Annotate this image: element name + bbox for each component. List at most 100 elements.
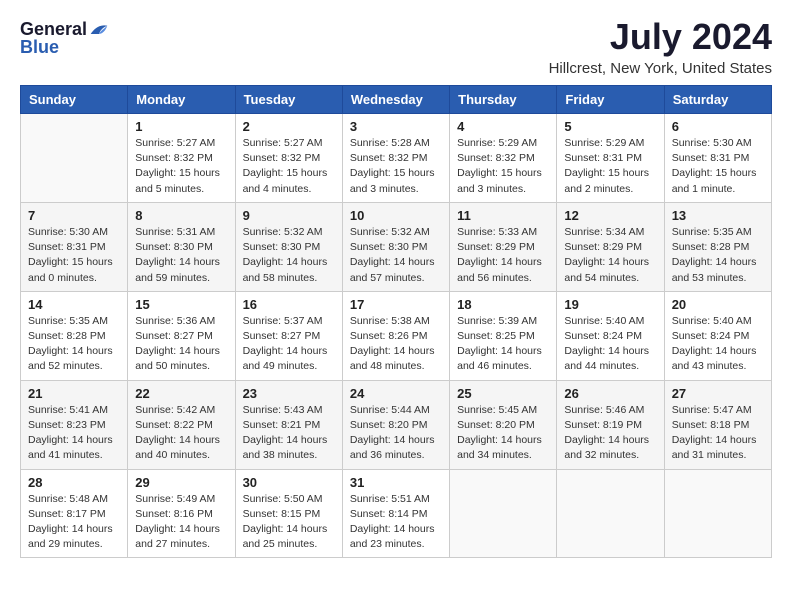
week-row-5: 28Sunrise: 5:48 AM Sunset: 8:17 PM Dayli… xyxy=(21,469,772,558)
calendar-cell: 1Sunrise: 5:27 AM Sunset: 8:32 PM Daylig… xyxy=(128,114,235,203)
day-info: Sunrise: 5:29 AM Sunset: 8:32 PM Dayligh… xyxy=(457,136,549,197)
calendar-cell: 10 Sunrise: 5:32 AM Sunset: 8:30 PM Dayli… xyxy=(342,202,449,291)
calendar-cell xyxy=(557,469,664,558)
day-number: 30 xyxy=(243,475,335,490)
day-info: Sunrise: 5:30 AM Sunset: 8:31 PM Dayligh… xyxy=(672,136,764,197)
day-info: Sunrise: 5:48 AM Sunset: 8:17 PM Dayligh… xyxy=(28,492,120,553)
day-number: 18 xyxy=(457,297,549,312)
calendar-cell: 30 Sunrise: 5:50 AM Sunset: 8:15 PM Dayli… xyxy=(235,469,342,558)
col-header-wednesday: Wednesday xyxy=(342,86,449,114)
day-number: 9 xyxy=(243,208,335,223)
day-info: Sunrise: 5:33 AM Sunset: 8:29 PM Dayligh… xyxy=(457,225,549,286)
title-block: July 2024 Hillcrest, New York, United St… xyxy=(549,16,772,77)
logo-bird-icon xyxy=(89,22,109,36)
day-info: Sunrise: 5:40 AM Sunset: 8:24 PM Dayligh… xyxy=(564,314,656,375)
day-info: Sunrise: 5:51 AM Sunset: 8:14 PM Dayligh… xyxy=(350,492,442,553)
calendar-table: SundayMondayTuesdayWednesdayThursdayFrid… xyxy=(20,85,772,558)
day-number: 7 xyxy=(28,208,120,223)
day-info: Sunrise: 5:28 AM Sunset: 8:32 PM Dayligh… xyxy=(350,136,442,197)
day-number: 2 xyxy=(243,119,335,134)
day-number: 15 xyxy=(135,297,227,312)
calendar-cell: 11 Sunrise: 5:33 AM Sunset: 8:29 PM Dayli… xyxy=(450,202,557,291)
calendar-cell: 15 Sunrise: 5:36 AM Sunset: 8:27 PM Dayli… xyxy=(128,291,235,380)
day-info: Sunrise: 5:45 AM Sunset: 8:20 PM Dayligh… xyxy=(457,403,549,464)
calendar-cell: 21 Sunrise: 5:41 AM Sunset: 8:23 PM Dayli… xyxy=(21,380,128,469)
day-number: 8 xyxy=(135,208,227,223)
calendar-cell: 17Sunrise: 5:38 AM Sunset: 8:26 PM Dayli… xyxy=(342,291,449,380)
day-info: Sunrise: 5:30 AM Sunset: 8:31 PM Dayligh… xyxy=(28,225,120,286)
calendar-cell xyxy=(21,114,128,203)
logo-general-text: General xyxy=(20,20,87,38)
calendar-cell: 7 Sunrise: 5:30 AM Sunset: 8:31 PM Daylig… xyxy=(21,202,128,291)
header: General Blue July 2024 Hillcrest, New Yo… xyxy=(20,16,772,77)
logo: General Blue xyxy=(20,20,109,56)
day-info: Sunrise: 5:49 AM Sunset: 8:16 PM Dayligh… xyxy=(135,492,227,553)
day-number: 19 xyxy=(564,297,656,312)
col-header-sunday: Sunday xyxy=(21,86,128,114)
day-info: Sunrise: 5:50 AM Sunset: 8:15 PM Dayligh… xyxy=(243,492,335,553)
day-info: Sunrise: 5:32 AM Sunset: 8:30 PM Dayligh… xyxy=(350,225,442,286)
day-info: Sunrise: 5:39 AM Sunset: 8:25 PM Dayligh… xyxy=(457,314,549,375)
day-info: Sunrise: 5:31 AM Sunset: 8:30 PM Dayligh… xyxy=(135,225,227,286)
calendar-cell: 13 Sunrise: 5:35 AM Sunset: 8:28 PM Dayli… xyxy=(664,202,771,291)
calendar-cell xyxy=(664,469,771,558)
day-number: 5 xyxy=(564,119,656,134)
week-row-4: 21 Sunrise: 5:41 AM Sunset: 8:23 PM Dayli… xyxy=(21,380,772,469)
day-info: Sunrise: 5:36 AM Sunset: 8:27 PM Dayligh… xyxy=(135,314,227,375)
calendar-cell: 18 Sunrise: 5:39 AM Sunset: 8:25 PM Dayli… xyxy=(450,291,557,380)
day-number: 20 xyxy=(672,297,764,312)
calendar-cell: 16Sunrise: 5:37 AM Sunset: 8:27 PM Dayli… xyxy=(235,291,342,380)
day-number: 31 xyxy=(350,475,442,490)
day-number: 21 xyxy=(28,386,120,401)
calendar-cell: 9 Sunrise: 5:32 AM Sunset: 8:30 PM Daylig… xyxy=(235,202,342,291)
calendar-cell: 22Sunrise: 5:42 AM Sunset: 8:22 PM Dayli… xyxy=(128,380,235,469)
calendar-cell: 24Sunrise: 5:44 AM Sunset: 8:20 PM Dayli… xyxy=(342,380,449,469)
day-info: Sunrise: 5:46 AM Sunset: 8:19 PM Dayligh… xyxy=(564,403,656,464)
week-row-2: 7 Sunrise: 5:30 AM Sunset: 8:31 PM Daylig… xyxy=(21,202,772,291)
col-header-monday: Monday xyxy=(128,86,235,114)
week-row-1: 1 Sunrise: 5:27 AM Sunset: 8:32 PM Daylig… xyxy=(21,114,772,203)
calendar-cell: 4Sunrise: 5:29 AM Sunset: 8:32 PM Daylig… xyxy=(450,114,557,203)
calendar-cell: 25 Sunrise: 5:45 AM Sunset: 8:20 PM Dayli… xyxy=(450,380,557,469)
day-number: 24 xyxy=(350,386,442,401)
day-number: 26 xyxy=(564,386,656,401)
main-title: July 2024 xyxy=(549,16,772,58)
calendar-cell: 29 Sunrise: 5:49 AM Sunset: 8:16 PM Dayli… xyxy=(128,469,235,558)
day-number: 16 xyxy=(243,297,335,312)
calendar-header-row: SundayMondayTuesdayWednesdayThursdayFrid… xyxy=(21,86,772,114)
calendar-cell: 6 Sunrise: 5:30 AM Sunset: 8:31 PM Daylig… xyxy=(664,114,771,203)
day-number: 29 xyxy=(135,475,227,490)
day-number: 14 xyxy=(28,297,120,312)
col-header-thursday: Thursday xyxy=(450,86,557,114)
day-number: 6 xyxy=(672,119,764,134)
calendar-cell xyxy=(450,469,557,558)
calendar-cell: 8 Sunrise: 5:31 AM Sunset: 8:30 PM Daylig… xyxy=(128,202,235,291)
calendar-cell: 20Sunrise: 5:40 AM Sunset: 8:24 PM Dayli… xyxy=(664,291,771,380)
calendar-cell: 23Sunrise: 5:43 AM Sunset: 8:21 PM Dayli… xyxy=(235,380,342,469)
day-number: 25 xyxy=(457,386,549,401)
day-info: Sunrise: 5:32 AM Sunset: 8:30 PM Dayligh… xyxy=(243,225,335,286)
day-info: Sunrise: 5:47 AM Sunset: 8:18 PM Dayligh… xyxy=(672,403,764,464)
day-number: 12 xyxy=(564,208,656,223)
day-info: Sunrise: 5:29 AM Sunset: 8:31 PM Dayligh… xyxy=(564,136,656,197)
calendar-cell: 14Sunrise: 5:35 AM Sunset: 8:28 PM Dayli… xyxy=(21,291,128,380)
day-number: 1 xyxy=(135,119,227,134)
day-number: 22 xyxy=(135,386,227,401)
day-info: Sunrise: 5:35 AM Sunset: 8:28 PM Dayligh… xyxy=(672,225,764,286)
day-number: 11 xyxy=(457,208,549,223)
day-number: 13 xyxy=(672,208,764,223)
calendar-cell: 28Sunrise: 5:48 AM Sunset: 8:17 PM Dayli… xyxy=(21,469,128,558)
day-number: 23 xyxy=(243,386,335,401)
calendar-cell: 27Sunrise: 5:47 AM Sunset: 8:18 PM Dayli… xyxy=(664,380,771,469)
calendar-cell: 19 Sunrise: 5:40 AM Sunset: 8:24 PM Dayli… xyxy=(557,291,664,380)
logo-blue-text: Blue xyxy=(20,38,59,56)
subtitle: Hillcrest, New York, United States xyxy=(549,60,772,77)
calendar-cell: 3 Sunrise: 5:28 AM Sunset: 8:32 PM Daylig… xyxy=(342,114,449,203)
day-info: Sunrise: 5:38 AM Sunset: 8:26 PM Dayligh… xyxy=(350,314,442,375)
col-header-friday: Friday xyxy=(557,86,664,114)
day-info: Sunrise: 5:41 AM Sunset: 8:23 PM Dayligh… xyxy=(28,403,120,464)
day-info: Sunrise: 5:34 AM Sunset: 8:29 PM Dayligh… xyxy=(564,225,656,286)
day-number: 10 xyxy=(350,208,442,223)
day-info: Sunrise: 5:27 AM Sunset: 8:32 PM Dayligh… xyxy=(243,136,335,197)
day-number: 3 xyxy=(350,119,442,134)
